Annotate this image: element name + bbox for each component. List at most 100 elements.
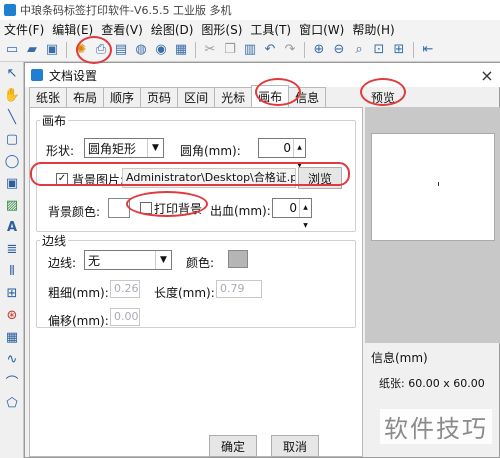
stepper-arrows-icon[interactable]: ▲ ▼ <box>299 199 311 229</box>
cancel-button[interactable]: 取消 <box>271 435 319 457</box>
dialog-icon <box>31 69 43 81</box>
background-color-label: 背景颜色: <box>48 205 101 219</box>
menu-file[interactable]: 文件(F) <box>0 21 48 38</box>
zoom-icon[interactable]: ⌕ <box>349 40 369 60</box>
dialog-title: 文档设置 <box>49 68 98 83</box>
shape-label: 形状: <box>46 144 75 158</box>
image-tool-icon[interactable]: ▨ <box>0 194 24 216</box>
shape-select[interactable]: 圆角矩形 ▼ <box>84 138 164 158</box>
canvas-group-title: 画布 <box>40 112 69 129</box>
paper-size-info: 纸张: 60.00 x 60.00 <box>379 377 485 390</box>
rich-text-tool-icon[interactable]: ≣ <box>0 238 24 260</box>
tab-order[interactable]: 顺序 <box>103 87 142 107</box>
chevron-down-icon[interactable]: ▼ <box>147 139 163 157</box>
app-logo-icon <box>4 4 16 16</box>
database-icon[interactable]: ◍ <box>131 40 151 60</box>
globe-icon[interactable]: ◉ <box>151 40 171 60</box>
preview-panel: 预览 信息(mm) 纸张: 60.00 x 60.00 <box>365 87 500 458</box>
border-width-input[interactable]: 0.26 <box>110 280 140 298</box>
ok-button[interactable]: 确定 <box>209 435 257 457</box>
menu-draw[interactable]: 绘图(D) <box>147 21 198 38</box>
zoom-in-icon[interactable]: ⊕ <box>309 40 329 60</box>
border-group-title: 边线 <box>40 232 69 249</box>
stepper-arrows-icon[interactable]: ▲ ▼ <box>293 139 305 169</box>
new-icon[interactable]: ▭ <box>2 40 22 60</box>
highlight-ring-settings-icon <box>76 36 112 64</box>
toolbar-separator <box>304 41 305 58</box>
shape-value: 圆角矩形 <box>88 141 137 156</box>
bleed-stepper[interactable]: 0 ▲ ▼ <box>272 198 312 229</box>
border-color-swatch[interactable] <box>228 250 248 268</box>
canvas-tab-panel: 画布 形状: 圆角矩形 ▼ 圆角(mm): 0 ▲ ▼ ✓ 背景图片: Admin… <box>29 107 363 457</box>
menu-help[interactable]: 帮助(H) <box>348 21 398 38</box>
app-title: 中琅条码标签打印软件-V6.5.5 工业版 多机 <box>20 4 232 17</box>
menu-tools[interactable]: 工具(T) <box>246 21 295 38</box>
barcode-tool-icon[interactable]: ⦀ <box>0 260 24 282</box>
border-line-select[interactable]: 无 ▼ <box>84 250 172 270</box>
border-offset-input[interactable]: 0.00 <box>110 308 140 326</box>
zoom-out-icon[interactable]: ⊖ <box>329 40 349 60</box>
preview-cursor-mark <box>438 182 439 186</box>
print-preview-icon[interactable]: ▤ <box>111 40 131 60</box>
rounded-rect-tool-icon[interactable]: ▣ <box>0 172 24 194</box>
line-tool-icon[interactable]: ╲ <box>0 106 24 128</box>
chevron-down-icon[interactable]: ▼ <box>155 251 171 269</box>
radius-stepper[interactable]: 0 ▲ ▼ <box>258 138 306 169</box>
border-width-label: 粗细(mm): <box>48 286 109 300</box>
tab-cursor[interactable]: 光标 <box>214 87 253 107</box>
menu-edit[interactable]: 编辑(E) <box>48 21 97 38</box>
border-length-input[interactable]: 0.79 <box>216 280 262 298</box>
highlight-ring-preview <box>360 78 406 106</box>
preview-canvas <box>371 133 495 241</box>
tab-paper[interactable]: 纸张 <box>29 87 68 107</box>
bleed-label: 出血(mm): <box>210 204 271 218</box>
tab-layout[interactable]: 布局 <box>66 87 105 107</box>
info-title: 信息(mm) <box>371 351 428 365</box>
stamp-tool-icon[interactable]: ⊛ <box>0 304 24 326</box>
qrcode-tool-icon[interactable]: ⊞ <box>0 282 24 304</box>
cut-icon[interactable]: ✂ <box>200 40 220 60</box>
tab-page-number[interactable]: 页码 <box>140 87 179 107</box>
menu-view[interactable]: 查看(V) <box>97 21 147 38</box>
radius-label: 圆角(mm): <box>180 144 241 158</box>
toolbar-separator <box>66 41 67 58</box>
polygon-tool-icon[interactable]: ⬠ <box>0 392 24 414</box>
ellipse-tool-icon[interactable]: ◯ <box>0 150 24 172</box>
open-folder-icon[interactable]: ▰ <box>22 40 42 60</box>
select-pointer-icon[interactable]: ↖ <box>0 62 24 84</box>
menu-window[interactable]: 窗口(W) <box>295 21 348 38</box>
paste-icon[interactable]: ▥ <box>240 40 260 60</box>
copy-icon[interactable]: ❐ <box>220 40 240 60</box>
menubar: 文件(F) 编辑(E) 查看(V) 绘图(D) 图形(S) 工具(T) 窗口(W… <box>0 20 500 38</box>
fit-page-icon[interactable]: ⊡ <box>369 40 389 60</box>
curve-tool-icon[interactable]: ∿ <box>0 348 24 370</box>
redo-icon[interactable]: ↷ <box>280 40 300 60</box>
watermark: 软件技巧 <box>380 409 492 444</box>
tab-range[interactable]: 区间 <box>177 87 216 107</box>
border-color-label: 颜色: <box>186 256 215 270</box>
pan-icon[interactable]: ✋ <box>0 84 24 106</box>
toolbar-separator <box>195 41 196 58</box>
save-icon[interactable]: ▣ <box>42 40 62 60</box>
document-settings-dialog: 文档设置 × 纸张 布局 顺序 页码 区间 光标 画布 信息 画布 形状: 圆角… <box>24 62 500 458</box>
border-line-label: 边线: <box>48 256 77 270</box>
align-icon[interactable]: ⇤ <box>418 40 438 60</box>
grid-icon[interactable]: ▦ <box>171 40 191 60</box>
border-length-label: 长度(mm): <box>154 286 215 300</box>
border-offset-label: 偏移(mm): <box>48 314 109 328</box>
table-tool-icon[interactable]: ▦ <box>0 326 24 348</box>
actual-size-icon[interactable]: ⊞ <box>389 40 409 60</box>
drawing-tools-panel: ↖ ✋ ╲ ▢ ◯ ▣ ▨ A ≣ ⦀ ⊞ ⊛ ▦ ∿ ⌒ ⬠ <box>0 62 24 458</box>
undo-icon[interactable]: ↶ <box>260 40 280 60</box>
toolbar-separator <box>413 41 414 58</box>
arc-tool-icon[interactable]: ⌒ <box>0 370 24 392</box>
border-line-value: 无 <box>88 253 101 268</box>
text-tool-icon[interactable]: A <box>0 216 24 238</box>
radius-value: 0 <box>283 141 291 155</box>
highlight-ring-canvas-tab <box>255 78 301 106</box>
app-titlebar: 中琅条码标签打印软件-V6.5.5 工业版 多机 <box>0 0 500 20</box>
close-icon[interactable]: × <box>477 65 497 85</box>
rectangle-tool-icon[interactable]: ▢ <box>0 128 24 150</box>
highlight-ring-print-background <box>126 191 208 217</box>
menu-shape[interactable]: 图形(S) <box>197 21 246 38</box>
